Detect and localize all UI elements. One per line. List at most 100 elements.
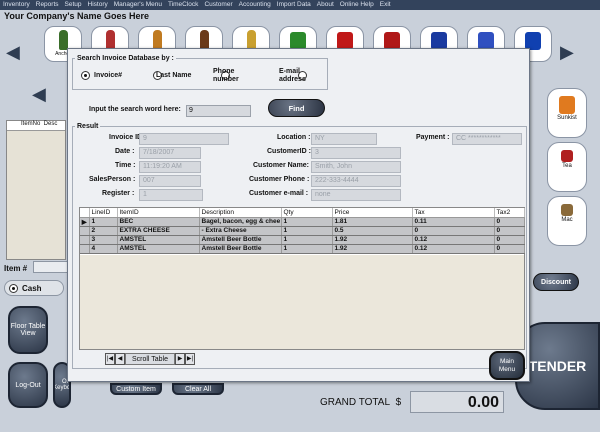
table-cell[interactable]: 0.11 xyxy=(412,217,495,227)
register-label: Register : xyxy=(102,190,135,197)
table-cell[interactable]: 0 xyxy=(494,226,525,236)
customer-id-label: CustomerID : xyxy=(267,148,311,155)
item-input[interactable] xyxy=(33,261,69,273)
scroll-table-control: |◀ ◀ Scroll Table ▶ ▶| xyxy=(105,352,215,365)
invoice-radio-label: Invoice# xyxy=(94,72,123,79)
menu-item[interactable]: TimeClock xyxy=(168,1,198,8)
table-cell[interactable]: 1 xyxy=(281,235,333,245)
table-cell[interactable]: 1 xyxy=(281,226,333,236)
table-row[interactable]: ▶ 1 BEC Bagel, bacon, egg & chee 1 1.81 … xyxy=(80,217,525,227)
menu-item[interactable]: Customer xyxy=(204,1,232,8)
table-cell[interactable]: 4 xyxy=(89,244,118,254)
scroll-right-icon[interactable]: ▶ xyxy=(560,42,574,63)
table-cell[interactable]: 1 xyxy=(281,244,333,254)
product-label: Sunkist xyxy=(557,115,577,121)
main-menu-button[interactable]: Main Menu xyxy=(489,351,525,380)
table-cell[interactable]: 0 xyxy=(494,217,525,227)
table-row[interactable]: 4 AMSTEL Amstell Beer Bottle 1 1.92 0.12… xyxy=(80,244,525,254)
search-group-title: Search Invoice Database by : xyxy=(77,55,174,62)
product-button[interactable]: Mac xyxy=(547,196,587,246)
menu-item[interactable]: Online Help xyxy=(340,1,374,8)
log-out-button[interactable]: Log-Out xyxy=(8,362,48,408)
menu-item[interactable]: Manager's Menu xyxy=(114,1,162,8)
table-cell[interactable]: 0 xyxy=(494,235,525,245)
can-icon xyxy=(559,96,575,114)
table-cell[interactable]: 0 xyxy=(412,226,495,236)
menu-item[interactable]: Reports xyxy=(36,1,59,8)
grand-total-label: GRAND TOTAL $ xyxy=(320,397,401,408)
column-header[interactable]: Description xyxy=(199,208,282,218)
table-cell[interactable]: 0.12 xyxy=(412,235,495,245)
table-cell[interactable]: 3 xyxy=(89,235,118,245)
table-cell[interactable]: Bagel, bacon, egg & chee xyxy=(199,217,282,227)
last-record-icon[interactable]: ▶| xyxy=(185,352,195,365)
table-cell[interactable]: 2 xyxy=(89,226,118,236)
item-label: Item # xyxy=(4,264,28,273)
customer-email-label: Customer e-mail : xyxy=(249,190,309,197)
table-row[interactable]: 2 EXTRA CHEESE - Extra Cheese 1 0.5 0 0 xyxy=(80,226,525,236)
salesperson-field: 007 xyxy=(139,175,201,187)
table-cell[interactable]: BEC xyxy=(117,217,200,227)
table-cell[interactable]: Amstell Beer Bottle xyxy=(199,244,282,254)
table-cell[interactable]: 1 xyxy=(89,217,118,227)
bottle-icon xyxy=(58,30,68,50)
invoice-lines-table[interactable]: LineID ItemID Description Qty Price Tax … xyxy=(79,207,525,350)
menu-item[interactable]: Inventory xyxy=(3,1,30,8)
table-cell[interactable]: Amstell Beer Bottle xyxy=(199,235,282,245)
next-record-icon[interactable]: ▶ xyxy=(175,352,185,365)
table-row[interactable]: 3 AMSTEL Amstell Beer Bottle 1 1.92 0.12… xyxy=(80,235,525,245)
table-cell[interactable]: 0 xyxy=(494,244,525,254)
table-cell[interactable]: 1.92 xyxy=(332,235,413,245)
scroll-left-icon[interactable]: ◀ xyxy=(32,84,46,105)
table-cell[interactable]: 0.5 xyxy=(332,226,413,236)
cash-label: Cash xyxy=(22,283,42,293)
invoice-id-field: 9 xyxy=(139,133,229,145)
column-header[interactable]: Tax xyxy=(412,208,495,218)
menu-item[interactable]: About xyxy=(317,1,334,8)
previous-record-icon[interactable]: ◀ xyxy=(115,352,125,365)
product-button[interactable]: Tea xyxy=(547,142,587,192)
table-cell[interactable]: 1.92 xyxy=(332,244,413,254)
grand-total-text: GRAND TOTAL xyxy=(320,397,391,408)
find-button[interactable]: Find xyxy=(268,99,325,117)
column-header[interactable]: ItemID xyxy=(117,208,200,218)
table-cell[interactable]: AMSTEL xyxy=(117,244,200,254)
payment-label: Payment : xyxy=(416,134,450,141)
order-list-header: ItemNo Desc xyxy=(7,121,65,131)
scroll-table-label: Scroll Table xyxy=(125,352,175,365)
table-cell[interactable]: 0.12 xyxy=(412,244,495,254)
table-cell[interactable]: - Extra Cheese xyxy=(199,226,282,236)
menu-item[interactable]: History xyxy=(88,1,108,8)
search-input[interactable]: 9 xyxy=(186,105,251,117)
location-field: NY xyxy=(311,133,377,145)
floor-table-view-button[interactable]: Floor Table View xyxy=(8,306,48,354)
menu-item[interactable]: Import Data xyxy=(277,1,311,8)
table-cell[interactable]: EXTRA CHEESE xyxy=(117,226,200,236)
order-list[interactable]: ItemNo Desc xyxy=(6,120,66,260)
invoice-radio[interactable] xyxy=(81,71,90,80)
column-header[interactable]: Price xyxy=(332,208,413,218)
table-cell[interactable]: 1.81 xyxy=(332,217,413,227)
column-header[interactable]: Tax2 xyxy=(494,208,525,218)
time-label: Time : xyxy=(115,162,136,169)
customer-name-field: Smith, John xyxy=(311,161,401,173)
column-header[interactable]: LineID xyxy=(89,208,118,218)
column-header[interactable]: Qty xyxy=(281,208,333,218)
clear-all-button[interactable]: Clear All xyxy=(172,383,224,395)
first-record-icon[interactable]: |◀ xyxy=(105,352,115,365)
payment-field: CC ************ xyxy=(452,133,522,145)
order-list-body xyxy=(7,131,65,259)
discount-button[interactable]: Discount xyxy=(533,273,579,291)
custom-item-button[interactable]: Custom Item xyxy=(110,383,162,395)
scroll-left-icon[interactable]: ◀ xyxy=(6,42,20,63)
row-indicator xyxy=(80,244,90,254)
email-radio-label: E-mail address xyxy=(279,68,306,83)
cash-option[interactable]: Cash xyxy=(4,280,64,296)
customer-email-field: none xyxy=(311,189,401,201)
menu-item[interactable]: Exit xyxy=(380,1,391,8)
menu-item[interactable]: Accounting xyxy=(239,1,271,8)
product-button[interactable]: Sunkist xyxy=(547,88,587,138)
menu-item[interactable]: Setup xyxy=(65,1,82,8)
table-cell[interactable]: 1 xyxy=(281,217,333,227)
table-cell[interactable]: AMSTEL xyxy=(117,235,200,245)
